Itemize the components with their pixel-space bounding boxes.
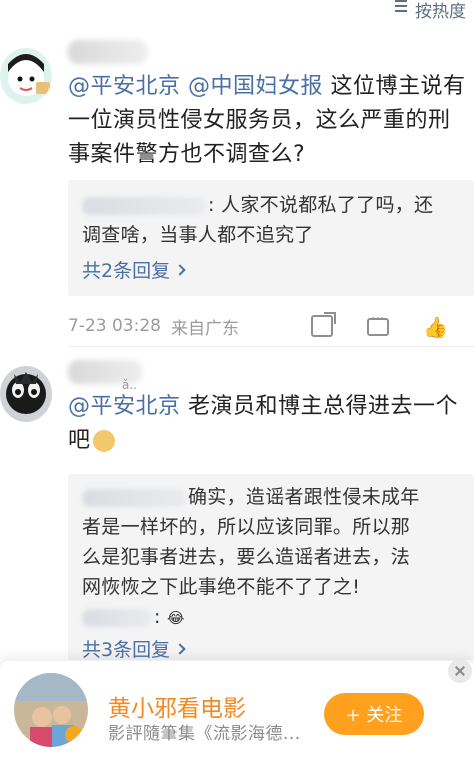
recommended-user-card[interactable]: 黄小邪看电影 影評隨筆集《流影海德... + 关注 [0,659,474,763]
close-icon[interactable] [448,659,472,683]
avatar[interactable] [14,673,88,747]
comment-icon[interactable] [367,311,389,336]
comment-text-part: 老演员和博主总得进去一个 [180,394,459,419]
follow-label: + 关注 [345,705,403,726]
reply-username[interactable] [82,488,186,507]
reply-text: : 人家不说都私了了吗，还 [208,194,434,216]
recommended-user-name[interactable]: 黄小邪看电影 [108,689,246,723]
avatar[interactable] [0,48,52,104]
avatar[interactable] [0,366,52,422]
mention-link[interactable]: @平安北京 [68,74,181,99]
share-icon[interactable] [311,312,336,337]
reply-text: 么是犯事者进去，要么造谣者进去，法 [82,546,411,568]
comment-text-line: 吧 [68,428,91,453]
recommended-user-description: 影評隨筆集《流影海德... [108,724,301,744]
doge-emoji-icon [92,430,115,452]
reply-username[interactable] [82,196,206,215]
divider [68,346,474,347]
more-replies-link[interactable]: 共3条回复 [82,635,460,662]
chevron-right-icon [174,642,186,655]
username[interactable] [68,40,148,64]
comment-text-line: 事案件警方也不调查么? [68,142,306,167]
comment-text: @平安北京 老演员和博主总得进去一个 吧 [68,390,466,458]
comment-actions: 91 [311,311,474,337]
more-replies-link[interactable]: 共2条回复 [82,256,460,283]
like-icon[interactable] [423,315,445,337]
laugh-emoji-icon: 😂 [167,609,185,627]
more-replies-label: 共3条回复 [82,639,171,661]
reply-preview[interactable]: : 人家不说都私了了吗，还 调查啥，当事人都不追究了 共2条回复 [68,180,474,296]
chevron-right-icon [174,263,186,276]
timestamp: 7-23 03:28 [68,316,161,336]
comment-text-line: 一位演员性侵女服务员，这么严重的刑 [68,108,451,133]
follow-button[interactable]: + 关注 [324,693,424,735]
comment-text-part: 这位博主说有 [323,74,466,99]
mention-link[interactable]: @中国妇女报 [188,74,323,99]
more-replies-label: 共2条回复 [82,260,171,282]
mention-link[interactable]: @平安北京 [68,394,181,419]
source-location: 来自广东 [170,318,239,339]
reply-text: 者是一样坏的，所以应该同罪。所以那 [82,516,411,538]
reply-username[interactable] [82,608,152,627]
sort-toggle[interactable]: 按热度 [395,0,474,22]
comment-text: @平安北京 @中国妇女报 这位博主说有 一位演员性侵女服务员，这么严重的刑 事案… [68,70,466,172]
reply-text: 网恢恢之下此事绝不能不了了之! [82,576,361,598]
comment-meta: 7-23 03:28 来自广东 91 [68,311,474,339]
sort-icon [395,2,411,16]
reply-text: : [154,606,161,628]
reply-text: 确实，造谣者跟性侵未成年 [188,486,420,508]
reply-text: 调查啥，当事人都不追究了 [82,224,314,246]
reply-preview[interactable]: 确实，造谣者跟性侵未成年 者是一样坏的，所以应该同罪。所以那 么是犯事者进去，要… [68,474,474,662]
sort-label: 按热度 [415,1,466,22]
